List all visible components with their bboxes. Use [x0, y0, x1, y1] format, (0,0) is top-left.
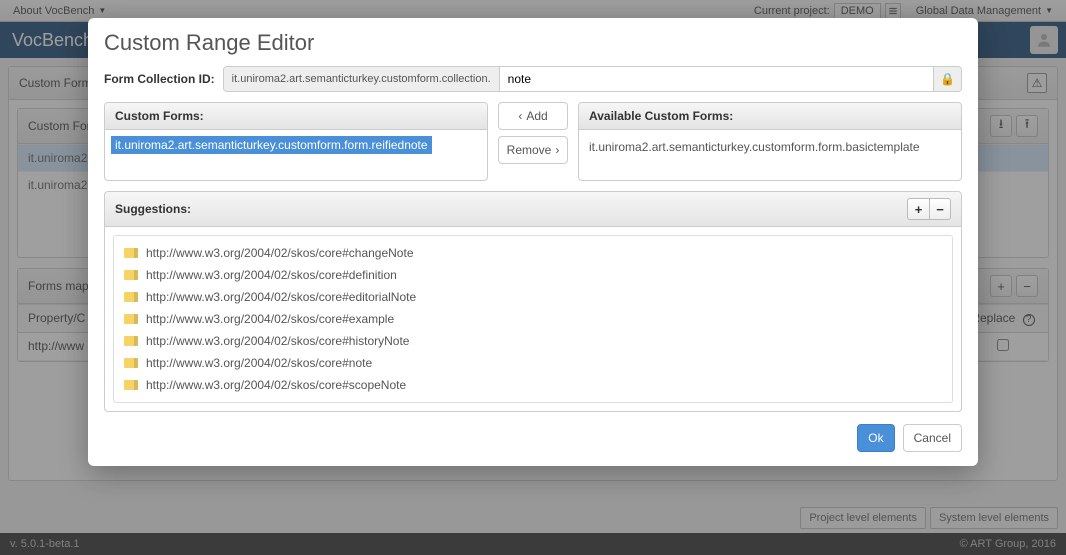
- suggestions-panel: Suggestions: + − http://www.w3.org/2004/…: [104, 191, 962, 412]
- suggestions-add-icon[interactable]: +: [907, 198, 929, 220]
- cancel-button[interactable]: Cancel: [903, 424, 962, 452]
- property-icon: [124, 270, 138, 280]
- chevron-right-icon: ›: [555, 143, 559, 157]
- custom-range-editor-modal: Custom Range Editor Form Collection ID: …: [88, 18, 978, 466]
- suggestion-label: http://www.w3.org/2004/02/skos/core#hist…: [146, 334, 409, 348]
- suggestion-label: http://www.w3.org/2004/02/skos/core#chan…: [146, 246, 414, 260]
- form-collection-id-input-group: it.uniroma2.art.semanticturkey.customfor…: [223, 66, 962, 92]
- property-icon: [124, 248, 138, 258]
- suggestion-item[interactable]: http://www.w3.org/2004/02/skos/core#edit…: [118, 286, 948, 308]
- property-icon: [124, 380, 138, 390]
- suggestion-label: http://www.w3.org/2004/02/skos/core#defi…: [146, 268, 397, 282]
- suggestion-label: http://www.w3.org/2004/02/skos/core#note: [146, 356, 372, 370]
- property-icon: [124, 292, 138, 302]
- collection-id-input[interactable]: [500, 67, 933, 91]
- remove-button[interactable]: Remove ›: [498, 136, 568, 164]
- chevron-left-icon: ‹: [518, 109, 522, 123]
- modal-title: Custom Range Editor: [104, 30, 962, 56]
- suggestion-item[interactable]: http://www.w3.org/2004/02/skos/core#note: [118, 352, 948, 374]
- suggestions-title: Suggestions:: [115, 202, 191, 216]
- property-icon: [124, 314, 138, 324]
- remove-label: Remove: [507, 143, 552, 157]
- modal-overlay: Custom Range Editor Form Collection ID: …: [0, 0, 1066, 555]
- custom-form-item-selected[interactable]: it.uniroma2.art.semanticturkey.customfor…: [111, 136, 432, 154]
- property-icon: [124, 358, 138, 368]
- form-collection-id-label: Form Collection ID:: [104, 72, 215, 86]
- suggestion-label: http://www.w3.org/2004/02/skos/core#edit…: [146, 290, 416, 304]
- custom-forms-panel: Custom Forms: it.uniroma2.art.semantictu…: [104, 102, 488, 181]
- collection-prefix: it.uniroma2.art.semanticturkey.customfor…: [224, 67, 500, 91]
- suggestion-item[interactable]: http://www.w3.org/2004/02/skos/core#defi…: [118, 264, 948, 286]
- lock-icon[interactable]: 🔒: [933, 67, 961, 91]
- add-button[interactable]: ‹ Add: [498, 102, 568, 130]
- suggestion-item[interactable]: http://www.w3.org/2004/02/skos/core#exam…: [118, 308, 948, 330]
- suggestion-item[interactable]: http://www.w3.org/2004/02/skos/core#chan…: [118, 242, 948, 264]
- available-form-item[interactable]: it.uniroma2.art.semanticturkey.customfor…: [585, 136, 955, 158]
- available-forms-heading: Available Custom Forms:: [579, 103, 961, 130]
- suggestion-label: http://www.w3.org/2004/02/skos/core#exam…: [146, 312, 394, 326]
- available-forms-panel: Available Custom Forms: it.uniroma2.art.…: [578, 102, 962, 181]
- suggestions-list: http://www.w3.org/2004/02/skos/core#chan…: [113, 235, 953, 403]
- suggestion-label: http://www.w3.org/2004/02/skos/core#scop…: [146, 378, 406, 392]
- suggestions-remove-icon[interactable]: −: [929, 198, 951, 220]
- suggestion-item[interactable]: http://www.w3.org/2004/02/skos/core#hist…: [118, 330, 948, 352]
- transfer-buttons: ‹ Add Remove ›: [498, 102, 568, 181]
- ok-button[interactable]: Ok: [857, 424, 894, 452]
- custom-forms-heading: Custom Forms:: [105, 103, 487, 130]
- suggestion-item[interactable]: http://www.w3.org/2004/02/skos/core#scop…: [118, 374, 948, 396]
- property-icon: [124, 336, 138, 346]
- add-label: Add: [526, 109, 547, 123]
